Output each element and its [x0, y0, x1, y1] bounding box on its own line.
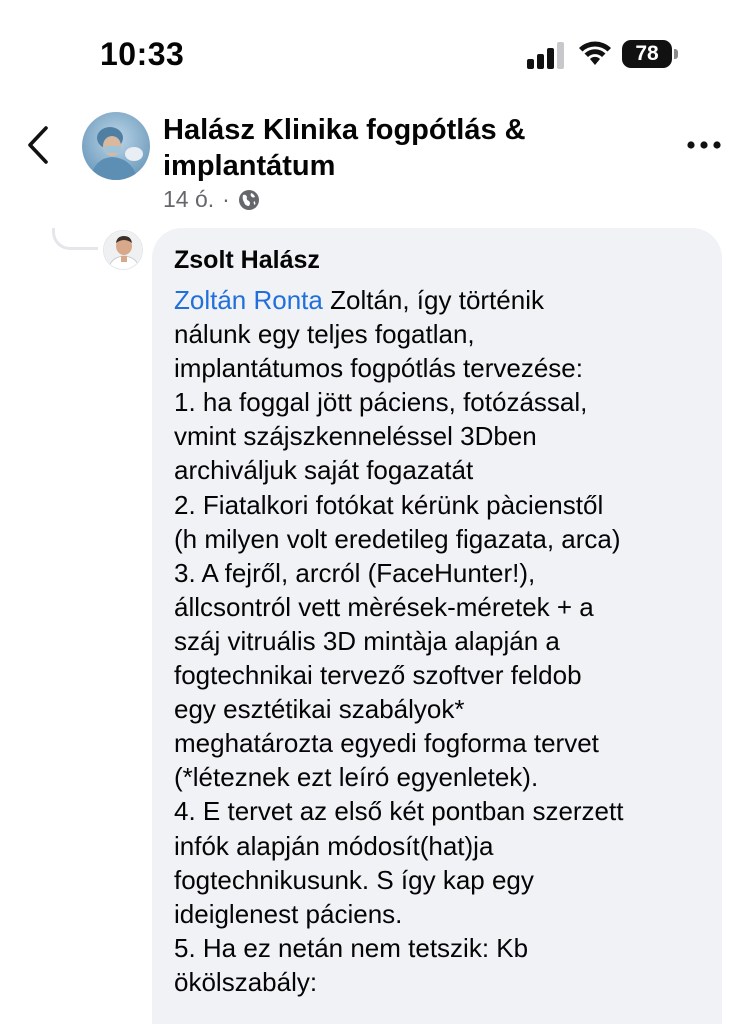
comment-line: 4. E tervet az első két pontban szerzett	[174, 796, 624, 827]
comment-line: infók alapján módosít(hat)ja	[174, 830, 494, 861]
wifi-icon	[579, 41, 611, 65]
battery-indicator: 78	[622, 40, 678, 68]
comment-line: 5. Ha ez netán nem tetszik: Kb	[174, 932, 529, 963]
comment-line: (h milyen volt eredetileg figazata, arca…	[174, 523, 621, 554]
post-age[interactable]: 14 ó.	[163, 186, 214, 213]
comment-line: száj vitruális 3D mintàja alapján a	[174, 625, 560, 656]
reply-thread-connector	[52, 228, 98, 250]
battery-level: 78	[622, 40, 672, 68]
comment-line: 1. ha foggal jött páciens, fotózással,	[174, 387, 588, 418]
comment-line: fogtechnikusunk. S így kap egy	[174, 864, 534, 895]
comment-line: ideiglenest páciens.	[174, 898, 403, 929]
comment-line: archiváljuk saját fogazatát	[174, 455, 474, 486]
comment-line: implantátumos fogpótlás tervezése:	[174, 353, 583, 384]
comment-line: állcsontról vett mèrések-méretek + a	[174, 591, 594, 622]
comment-line: meghatározta egyedi fogforma tervet	[174, 728, 599, 759]
comment-line: (*léteznek ezt leíró egyenletek).	[174, 762, 539, 793]
battery-tip	[674, 49, 678, 59]
comment-line: 3. A fejről, arcról (FaceHunter!),	[174, 557, 536, 588]
comment-body: Zoltán Ronta Zoltán, így történik nálunk…	[174, 283, 722, 999]
post-meta: 14 ó. ·	[163, 186, 260, 213]
back-button[interactable]	[22, 122, 56, 168]
page-avatar[interactable]	[82, 112, 150, 180]
globe-icon	[238, 189, 259, 210]
comment-line: vmint szájszkenneléssel 3Dben	[174, 421, 537, 452]
comment-line: fogtechnikai tervező szoftver feldob	[174, 660, 582, 691]
commenter-avatar[interactable]	[103, 230, 143, 270]
comment-line: egy esztétikai szabályok*	[174, 694, 465, 725]
page-title[interactable]: Halász Klinika fogpótlás & implantátum	[163, 112, 623, 184]
comment-author[interactable]: Zsolt Halász	[174, 244, 722, 276]
mention-link[interactable]: Zoltán Ronta	[174, 285, 323, 315]
page-avatar-image	[82, 112, 150, 180]
comment-line: Zoltán Ronta Zoltán, így történik	[174, 283, 722, 317]
more-options-button[interactable]	[684, 130, 724, 160]
comment-line: nálunk egy teljes fogatlan,	[174, 319, 475, 350]
cellular-signal-icon	[527, 42, 564, 69]
comment-line: ökölszabály:	[174, 966, 318, 997]
status-time: 10:33	[100, 36, 185, 72]
status-bar: 10:33 78	[0, 0, 745, 100]
meta-separator: ·	[222, 186, 230, 212]
comment-line: 2. Fiatalkori fotókat kérünk pàcienstől	[174, 489, 604, 520]
comment-bubble: Zsolt Halász Zoltán Ronta Zoltán, így tö…	[152, 228, 722, 1024]
comment-first-line-text: Zoltán, így történik	[322, 285, 544, 315]
commenter-avatar-image	[104, 231, 142, 269]
